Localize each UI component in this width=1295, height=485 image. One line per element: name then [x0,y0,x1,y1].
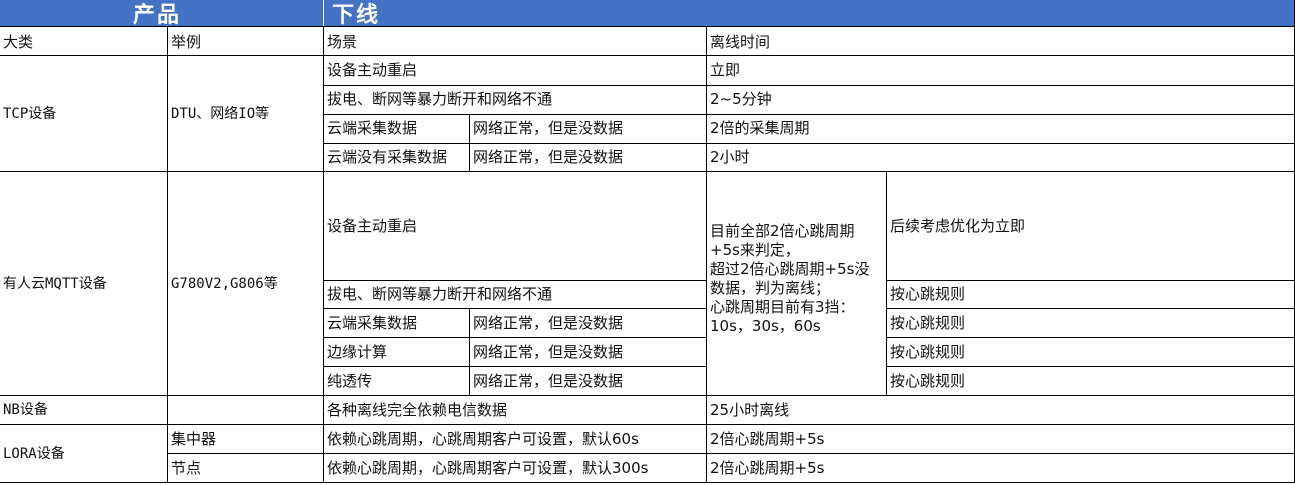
mqtt-category: 有人云MQTT设备 [3,276,107,292]
tcp-category: TCP设备 [3,106,57,122]
tcp-row-3-scenario: 云端采集数据 [327,119,418,137]
lora-row-2-scenario: 依赖心跳周期，心跳周期客户可设置，默认300s [327,459,649,477]
tcp-row-4-detail: 网络正常，但是没数据 [473,148,624,166]
tcp-row-4-scenario: 云端没有采集数据 [327,148,448,166]
col-offline-time-header: 离线时间 [710,33,771,51]
mqtt-row-3-note: 按心跳规则 [890,314,966,332]
tcp-row-3-time: 2倍的采集周期 [710,119,810,137]
mqtt-row-1-scenario: 设备主动重启 [327,217,418,235]
nb-time: 25小时离线 [710,401,790,419]
rule-line: 数据，判为离线； [710,279,831,297]
mqtt-row-3-detail: 网络正常，但是没数据 [473,314,624,332]
mqtt-row-2-note: 按心跳规则 [890,285,966,303]
tcp-row-1-time: 立即 [710,61,741,79]
lora-row-1-scenario: 依赖心跳周期，心跳周期客户可设置，默认60s [327,430,639,448]
rule-line: +5s来判定， [710,241,800,259]
tcp-row-3-detail: 网络正常，但是没数据 [473,119,624,137]
col-category-header: 大类 [3,33,34,51]
nb-scenario: 各种离线完全依赖电信数据 [327,401,508,419]
rule-line: 心跳周期目前有3挡： [710,298,855,316]
header-offline-band [324,0,1295,26]
lora-row-2-sub: 节点 [171,459,202,477]
mqtt-row-3-scenario: 云端采集数据 [327,314,418,332]
lora-category: LORA设备 [3,446,65,462]
rule-line: 目前全部2倍心跳周期 [710,222,855,240]
rule-line: 10s，30s，60s [710,317,821,335]
tcp-example: DTU、网络IO等 [171,106,270,122]
lora-row-1-sub: 集中器 [171,430,217,448]
tcp-row-1-scenario: 设备主动重启 [327,61,418,79]
mqtt-row-5-scenario: 纯透传 [327,372,373,390]
mqtt-row-1-note: 后续考虑优化为立即 [890,217,1026,235]
tcp-row-4-time: 2小时 [710,148,750,166]
header-offline: 下线 [332,3,381,28]
mqtt-example: G780V2,G806等 [171,276,278,292]
col-scenario-header: 场景 [327,33,358,51]
mqtt-row-5-note: 按心跳规则 [890,372,966,390]
mqtt-row-2-scenario: 拔电、断网等暴力断开和网络不通 [327,285,553,303]
lora-row-2-time: 2倍心跳周期+5s [710,459,825,477]
rule-line: 超过2倍心跳周期+5s没 [710,260,870,278]
mqtt-row-5-detail: 网络正常，但是没数据 [473,372,624,390]
lora-row-1-time: 2倍心跳周期+5s [710,430,825,448]
tcp-row-2-time: 2~5分钟 [710,90,772,108]
nb-category: NB设备 [3,402,48,418]
mqtt-row-4-detail: 网络正常，但是没数据 [473,343,624,361]
mqtt-heartbeat-rule: 目前全部2倍心跳周期 +5s来判定， 超过2倍心跳周期+5s没 数据，判为离线；… [710,222,884,336]
mqtt-row-4-note: 按心跳规则 [890,343,966,361]
mqtt-row-4-scenario: 边缘计算 [327,343,388,361]
col-example-header: 举例 [171,33,202,51]
header-product: 产品 [133,3,182,28]
tcp-row-2-scenario: 拔电、断网等暴力断开和网络不通 [327,90,553,108]
